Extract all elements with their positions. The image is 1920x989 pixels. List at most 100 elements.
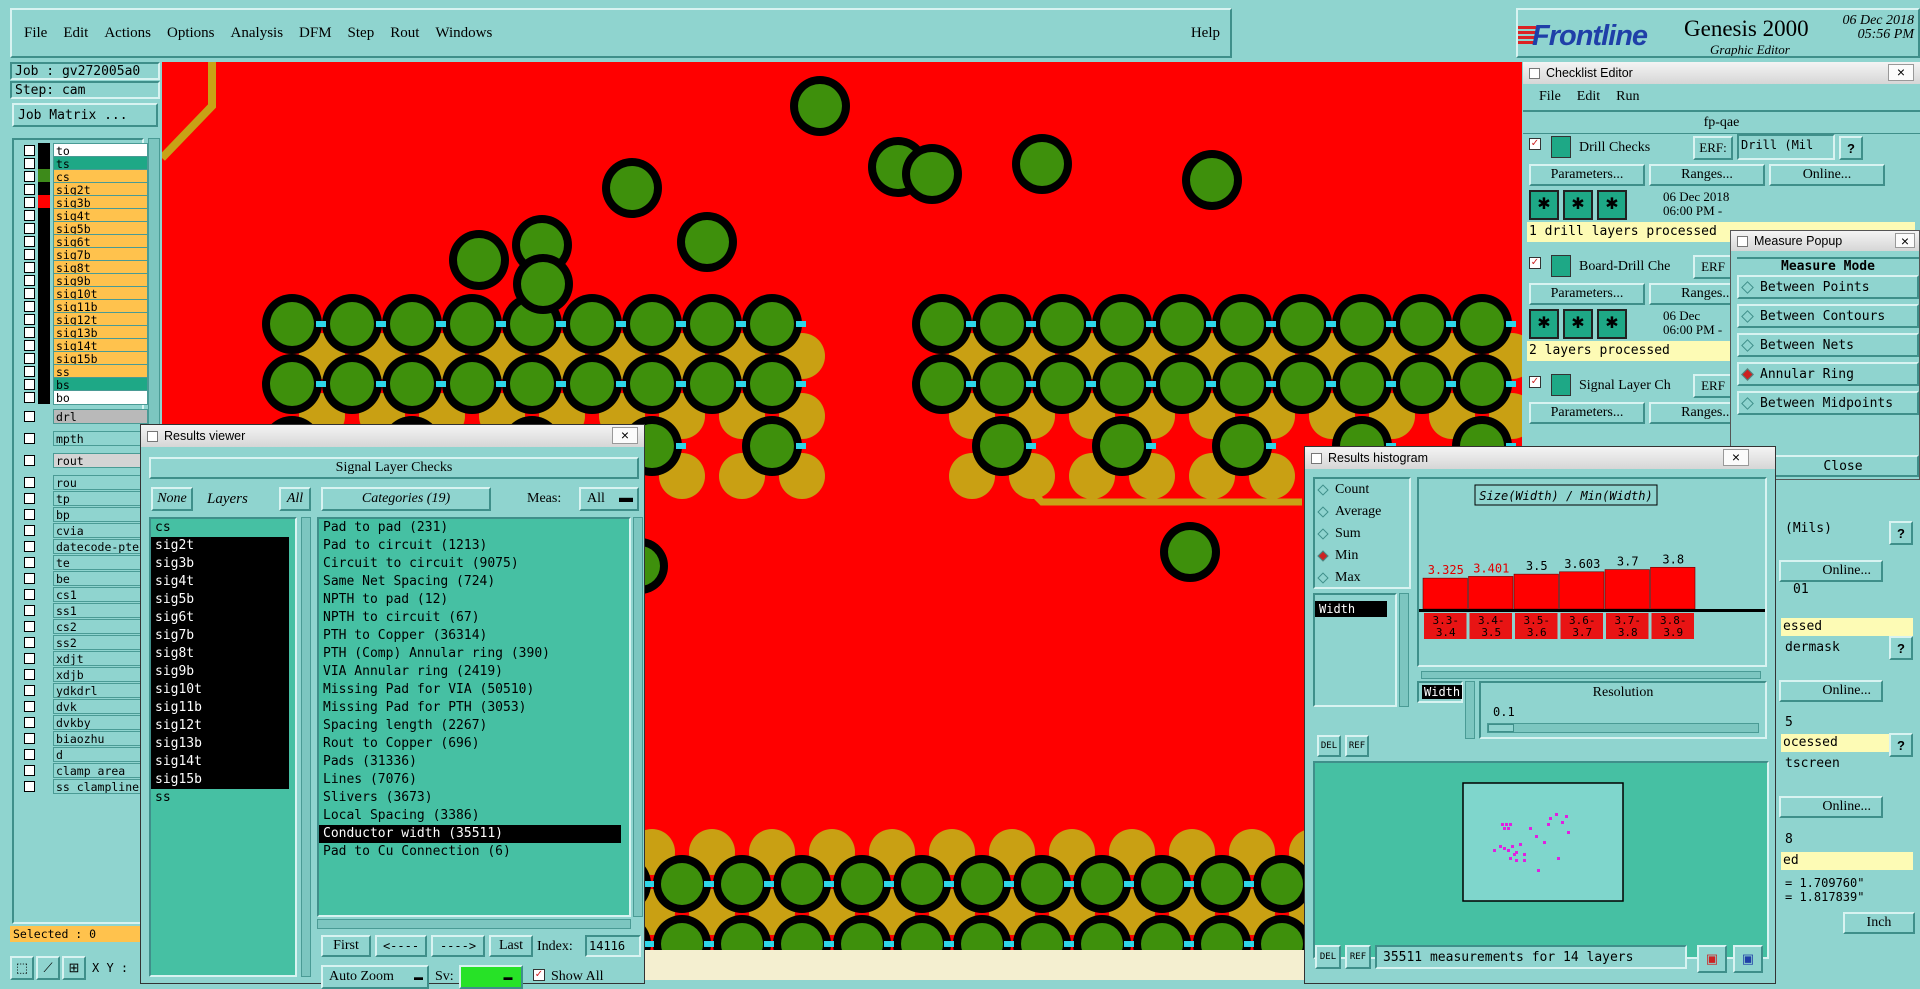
layer-checkbox[interactable] [24, 287, 35, 299]
menu-dfm[interactable]: DFM [299, 25, 332, 42]
layer-row-drl[interactable]: drl [18, 408, 148, 424]
histogram-hscrollbar[interactable] [1421, 671, 1761, 679]
layer-checkbox[interactable] [24, 636, 35, 648]
layer-list-item[interactable]: sig8t [151, 645, 289, 663]
layer-row-d[interactable]: d [18, 746, 148, 762]
histogram-titlebar[interactable]: Results histogram × [1305, 447, 1775, 469]
menu-analysis[interactable]: Analysis [231, 25, 284, 42]
category-list-item[interactable]: NPTH to pad (12) [319, 591, 621, 609]
layer-list-item[interactable]: sig12t [151, 717, 289, 735]
layer-row-biaozhu[interactable]: biaozhu [18, 730, 148, 746]
stat-count[interactable]: Count [1315, 479, 1409, 501]
layer-row-ss1[interactable]: ss1 [18, 602, 148, 618]
menu-rout[interactable]: Rout [390, 25, 419, 42]
category-list-item[interactable]: NPTH to circuit (67) [319, 609, 621, 627]
layer-checkbox[interactable] [24, 300, 35, 312]
ranges-button[interactable]: Ranges... [1649, 164, 1765, 186]
layer-row-xdjt[interactable]: xdjt [18, 650, 148, 666]
help-button[interactable]: ? [1889, 521, 1913, 545]
select-tool-icon[interactable]: ⬚ [10, 956, 34, 980]
category-list-item[interactable]: PTH (Comp) Annular ring (390) [319, 645, 621, 663]
layer-checkbox[interactable] [24, 144, 35, 156]
layer-checkbox[interactable] [24, 352, 35, 364]
layer-list-item[interactable]: sig11b [151, 699, 289, 717]
del-button[interactable]: DEL [1317, 735, 1341, 757]
menu-step[interactable]: Step [348, 25, 375, 42]
layer-checkbox[interactable] [24, 508, 35, 520]
next-button[interactable]: ----> [431, 935, 485, 957]
layer-checkbox[interactable] [24, 248, 35, 260]
sv-color-select[interactable]: ▬ [459, 965, 523, 989]
measure-mode-between-contours[interactable]: Between Contours [1737, 304, 1919, 328]
meas-select[interactable]: All ▬ [579, 487, 639, 511]
layer-checkbox[interactable] [24, 432, 35, 444]
layer-list-item[interactable]: ss [151, 789, 289, 807]
layer-list-item[interactable]: sig3b [151, 555, 289, 573]
layer-row-mpth[interactable]: mpth [18, 430, 148, 446]
results-viewer-titlebar[interactable]: Results viewer × [141, 425, 644, 447]
online-button[interactable]: Online... [1769, 164, 1885, 186]
layer-checkbox[interactable] [24, 157, 35, 169]
erf-button[interactable]: ERF [1693, 374, 1733, 398]
category-list-item[interactable]: Pad to pad (231) [319, 519, 621, 537]
run-selected-icon[interactable]: ✱ [1563, 309, 1593, 339]
layer-checkbox[interactable] [24, 700, 35, 712]
job-matrix-button[interactable]: Job Matrix ... [12, 103, 158, 127]
histogram-bar[interactable] [1559, 571, 1605, 610]
layer-row-dvk[interactable]: dvk [18, 698, 148, 714]
resolution-slider[interactable] [1487, 723, 1759, 733]
measure-mode-between-points[interactable]: Between Points [1737, 275, 1919, 299]
layer-list-item[interactable]: sig2t [151, 537, 289, 555]
layer-row-cs1[interactable]: cs1 [18, 586, 148, 602]
footer-ref-button[interactable]: REF [1345, 945, 1371, 969]
erf-button[interactable]: ERF [1693, 255, 1733, 279]
histogram-bar[interactable] [1513, 573, 1559, 610]
histogram-bar[interactable] [1468, 576, 1514, 610]
stat-min[interactable]: Min [1315, 545, 1409, 567]
layer-row-ss_clampline[interactable]: ss_clampline [18, 778, 148, 794]
layer-checkbox[interactable] [24, 540, 35, 552]
measure-mode-between-midpoints[interactable]: Between Midpoints [1737, 391, 1919, 415]
close-icon[interactable]: × [1723, 449, 1749, 466]
run-icon[interactable]: ✱ [1529, 190, 1559, 220]
checklist-titlebar[interactable]: Checklist Editor × [1523, 62, 1920, 84]
layer-checkbox[interactable] [24, 604, 35, 616]
layer-list-item[interactable]: sig10t [151, 681, 289, 699]
categories-listbox[interactable]: Pad to pad (231) Pad to circuit (1213) Cir… [317, 517, 631, 917]
layer-checkbox[interactable] [24, 196, 35, 208]
mini-map[interactable] [1313, 761, 1769, 959]
attribute-scrollbar[interactable] [1399, 593, 1409, 707]
measure-mode-between-nets[interactable]: Between Nets [1737, 333, 1919, 357]
category-list-item[interactable]: Pad to Cu Connection (6) [319, 843, 621, 861]
layer-checkbox[interactable] [24, 378, 35, 390]
prev-button[interactable]: <---- [375, 935, 427, 957]
layers-scrollbar[interactable] [301, 517, 311, 977]
attribute-listbox[interactable]: Width [1313, 593, 1397, 707]
stop-icon[interactable]: ✱ [1597, 190, 1627, 220]
help-button[interactable]: ? [1839, 136, 1863, 160]
chart-view-icon[interactable]: ▣ [1697, 945, 1727, 973]
layer-row-te[interactable]: te [18, 554, 148, 570]
layer-row-cs2[interactable]: cs2 [18, 618, 148, 634]
close-icon[interactable]: × [612, 427, 638, 444]
layer-row-ydkdrl[interactable]: ydkdrl [18, 682, 148, 698]
parameters-button[interactable]: Parameters... [1529, 164, 1645, 186]
checklist-menu-run[interactable]: Run [1616, 89, 1639, 105]
measure-titlebar[interactable]: Measure Popup × [1731, 231, 1919, 251]
grid-tool-icon[interactable]: ⊞ [62, 956, 86, 980]
layer-row-tp[interactable]: tp [18, 490, 148, 506]
layer-checkbox[interactable] [24, 780, 35, 792]
layer-list-item[interactable]: sig9b [151, 663, 289, 681]
show-all-checkbox[interactable]: ✓ [533, 969, 545, 981]
layer-row-ss2[interactable]: ss2 [18, 634, 148, 650]
layer-checkbox[interactable] [24, 716, 35, 728]
category-list-item[interactable]: Missing Pad for PTH (3053) [319, 699, 621, 717]
layer-checkbox[interactable] [24, 261, 35, 273]
first-button[interactable]: First [321, 935, 371, 957]
layer-checkbox[interactable] [24, 652, 35, 664]
layer-checkbox[interactable] [24, 183, 35, 195]
help-button[interactable]: ? [1889, 733, 1913, 757]
layer-checkbox[interactable] [24, 274, 35, 286]
attribute-item[interactable]: Width [1315, 601, 1387, 617]
run-selected-icon[interactable]: ✱ [1563, 190, 1593, 220]
